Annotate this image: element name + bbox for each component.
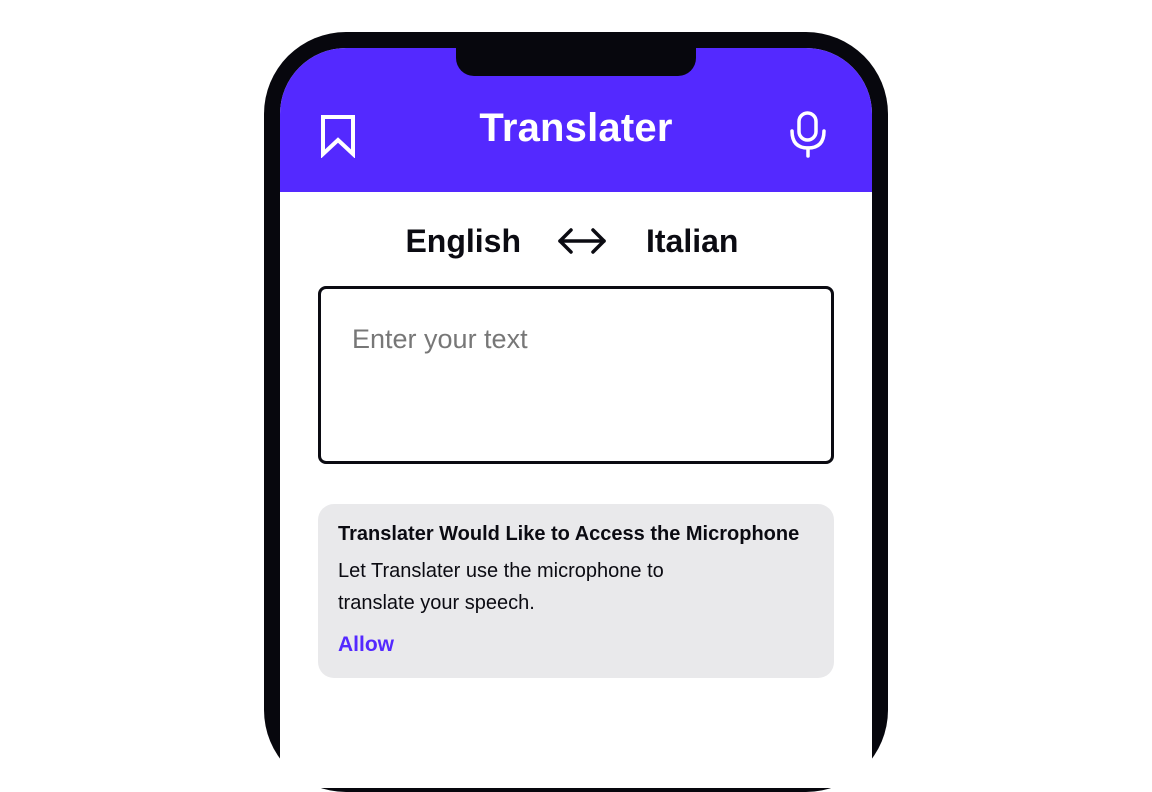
microphone-permission-card: Translater Would Like to Access the Micr… [318,504,834,678]
app-title: Translater [479,106,673,150]
allow-button[interactable]: Allow [338,632,394,658]
swap-languages-button[interactable] [556,225,608,257]
microphone-button[interactable] [786,110,830,158]
text-input-box [318,286,834,464]
permission-message: Let Translater use the microphone to tra… [338,560,664,614]
swap-arrows-icon [558,228,606,254]
source-language[interactable]: English [405,218,521,264]
app-screen: Translater English Italian Translater Wo… [280,48,872,788]
microphone-icon [790,111,826,158]
phone-notch [456,40,696,76]
language-selector: English Italian [280,218,872,264]
target-language[interactable]: Italian [646,218,738,264]
permission-title: Translater Would Like to Access the Micr… [338,523,800,545]
text-input[interactable] [321,289,831,461]
